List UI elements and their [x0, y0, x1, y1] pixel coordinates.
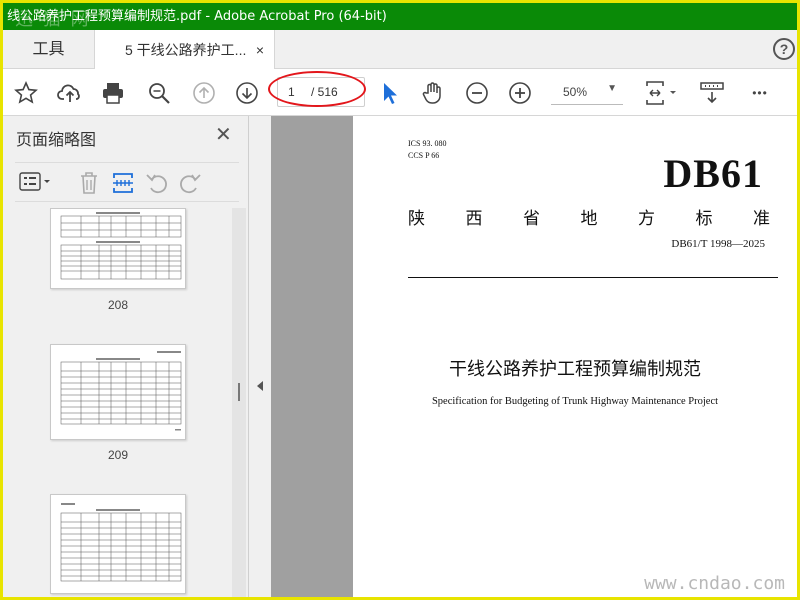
- options-menu-icon[interactable]: [19, 171, 55, 198]
- panel-collapse-strip[interactable]: [249, 116, 271, 597]
- document-view[interactable]: ICS 93. 080 CCS P 66 DB61 陕 西 省 地 方 标 准 …: [271, 116, 797, 597]
- classification-codes: ICS 93. 080 CCS P 66: [408, 138, 446, 162]
- tab-tools[interactable]: 工具: [3, 30, 95, 69]
- cloud-upload-icon[interactable]: [57, 80, 83, 106]
- page-number-field[interactable]: 1 / 516: [277, 77, 365, 107]
- divider: [408, 277, 778, 278]
- site-watermark: www.cndao.com: [644, 573, 785, 594]
- pdf-page: ICS 93. 080 CCS P 66 DB61 陕 西 省 地 方 标 准 …: [353, 116, 797, 597]
- page-total: / 516: [311, 85, 338, 99]
- thumbnail-scrollbar[interactable]: [232, 208, 246, 597]
- zoom-search-icon[interactable]: [146, 80, 172, 106]
- chevron-down-icon: ▼: [607, 83, 617, 94]
- tab-close-icon[interactable]: ×: [256, 30, 264, 70]
- document-title-en: Specification for Budgeting of Trunk Hig…: [431, 396, 719, 407]
- ccs-code: CCS P 66: [408, 151, 440, 160]
- zoom-in-icon[interactable]: [507, 80, 533, 106]
- province-char: 西: [465, 209, 483, 229]
- tab-bar: 工具 5 干线公路养护工... × ?: [3, 30, 797, 70]
- app-window: 线公路养护工程预算编制规范.pdf - Adobe Acrobat Pro (6…: [0, 0, 800, 600]
- scrollbar-grip[interactable]: [238, 383, 240, 401]
- province-char: 准: [753, 209, 770, 229]
- province-char: 省: [523, 209, 540, 229]
- print-icon[interactable]: [100, 80, 126, 106]
- hand-icon[interactable]: [420, 80, 446, 106]
- panel-title: 页面缩略图: [16, 132, 97, 149]
- thumbnail-label: 209: [107, 448, 129, 462]
- extract-pages-icon[interactable]: [111, 171, 135, 200]
- thumbnail-label: 208: [107, 298, 129, 312]
- zoom-select[interactable]: 50% ▼: [551, 79, 623, 105]
- standard-code: DB61: [663, 151, 763, 196]
- standard-number: DB61/T 1998—2025: [671, 238, 765, 250]
- tab-document-label: 5 干线公路养护工...: [125, 42, 247, 58]
- province-standard-label: 陕 西 省 地 方 标 准: [408, 204, 770, 229]
- ics-code: ICS 93. 080: [408, 139, 447, 148]
- fit-page-icon[interactable]: [644, 80, 680, 106]
- zoom-value: 50%: [563, 85, 588, 99]
- close-icon[interactable]: ✕: [215, 122, 232, 147]
- thumbnails-panel: 页面缩略图 ✕ 208 209: [3, 116, 249, 597]
- more-icon[interactable]: •••: [745, 80, 775, 106]
- province-char: 地: [580, 209, 598, 229]
- help-icon[interactable]: ?: [773, 38, 795, 60]
- zoom-out-icon[interactable]: [464, 80, 490, 106]
- window-title: 线公路养护工程预算编制规范.pdf - Adobe Acrobat Pro (6…: [7, 9, 387, 24]
- panel-toolbar: [15, 162, 239, 202]
- province-char: 陕: [408, 209, 425, 229]
- thumbnail-list: 208 209: [3, 208, 249, 597]
- page-up-icon[interactable]: [191, 80, 217, 106]
- rotate-left-icon[interactable]: [145, 171, 169, 200]
- province-char: 标: [695, 209, 713, 229]
- thumbnail-page-209[interactable]: [50, 344, 186, 440]
- toolbar: 1 / 516 50% ▼ •••: [3, 69, 797, 116]
- title-bar: 线公路养护工程预算编制规范.pdf - Adobe Acrobat Pro (6…: [3, 3, 797, 30]
- star-icon[interactable]: [13, 80, 39, 106]
- document-title-cn: 干线公路养护工程预算编制规范: [449, 359, 701, 380]
- trash-icon[interactable]: [78, 171, 100, 200]
- select-cursor-icon[interactable]: [377, 80, 403, 106]
- page-current[interactable]: 1: [288, 85, 295, 99]
- page-down-icon[interactable]: [234, 80, 260, 106]
- collapse-arrow-icon[interactable]: [257, 381, 263, 391]
- scroll-mode-icon[interactable]: [699, 80, 725, 106]
- thumbnail-page-208[interactable]: [50, 208, 186, 289]
- tab-document[interactable]: 5 干线公路养护工... ×: [95, 30, 275, 70]
- thumbnail-page-210[interactable]: [50, 494, 186, 594]
- province-char: 方: [638, 209, 655, 229]
- rotate-right-icon[interactable]: [178, 171, 202, 200]
